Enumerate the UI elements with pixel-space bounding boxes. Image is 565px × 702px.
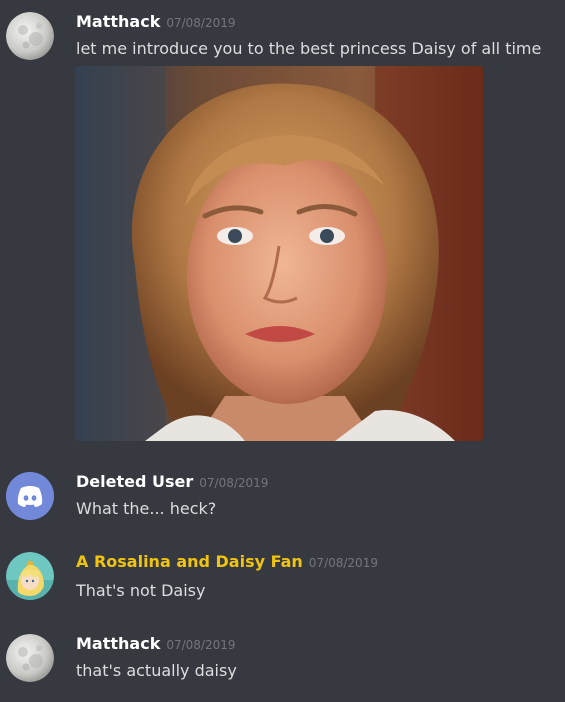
message-text: let me introduce you to the best princes… xyxy=(76,39,542,58)
author-name[interactable]: A Rosalina and Daisy Fan xyxy=(76,552,303,571)
image-attachment[interactable] xyxy=(75,66,483,441)
message-author[interactable]: A Rosalina and Daisy Fan 07/08/2019 xyxy=(76,552,378,573)
rosalina-avatar-icon[interactable] xyxy=(6,552,54,600)
message-author[interactable]: Matthack 07/08/2019 xyxy=(76,634,236,655)
message-author[interactable]: Deleted User 07/08/2019 xyxy=(76,472,268,493)
message-timestamp: 07/08/2019 xyxy=(166,16,236,30)
message-timestamp: 07/08/2019 xyxy=(166,638,236,652)
chat-messages: Matthack 07/08/2019 let me introduce you … xyxy=(0,0,565,702)
message-timestamp: 07/08/2019 xyxy=(199,476,269,490)
author-name[interactable]: Matthack xyxy=(76,634,160,653)
author-name[interactable]: Matthack xyxy=(76,12,160,31)
discord-logo-icon[interactable] xyxy=(6,472,54,520)
message-text: That's not Daisy xyxy=(76,581,206,600)
message-text: that's actually daisy xyxy=(76,661,237,680)
moon-avatar-icon[interactable] xyxy=(6,634,54,682)
message-timestamp: 07/08/2019 xyxy=(308,556,378,570)
message-author[interactable]: Matthack 07/08/2019 xyxy=(76,12,236,33)
moon-avatar-icon[interactable] xyxy=(6,12,54,60)
message-text: What the... heck? xyxy=(76,499,217,518)
author-name[interactable]: Deleted User xyxy=(76,472,193,491)
